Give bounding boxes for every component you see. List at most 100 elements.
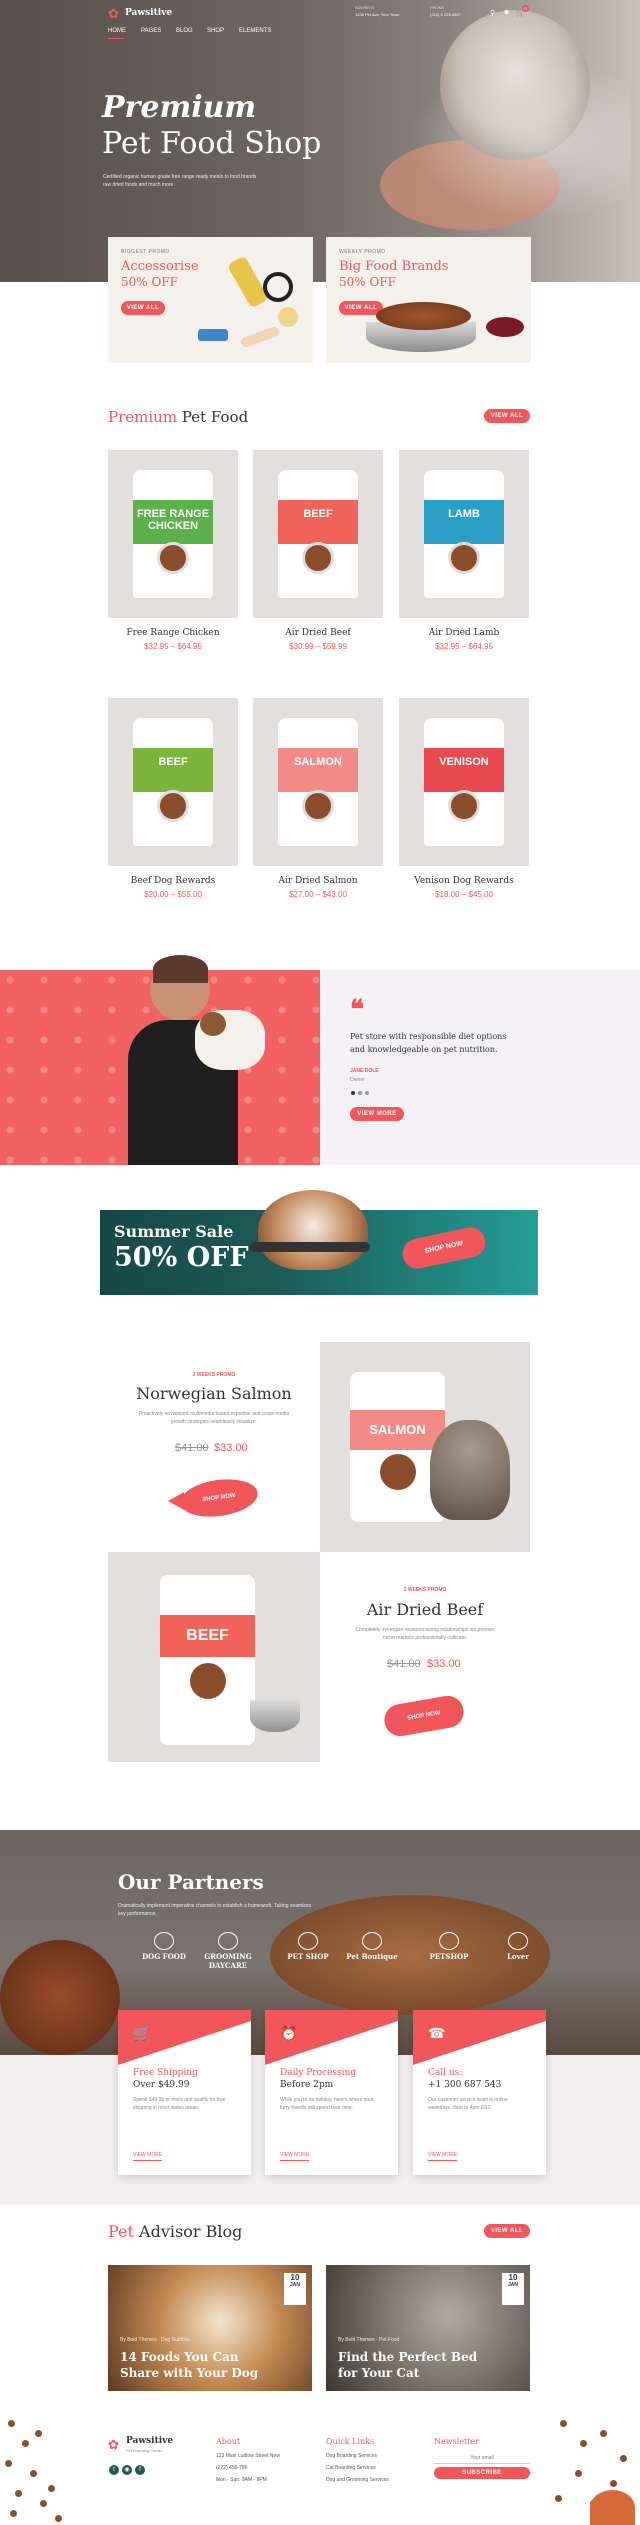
partner-logo[interactable]: PET SHOP [280, 1952, 336, 1961]
user-icon[interactable]: ☻ [503, 9, 510, 16]
partner-logo[interactable]: Pet Boutique [344, 1952, 400, 1961]
brand-name[interactable]: Pawsitive [125, 8, 172, 18]
feature-desc: While you're on holiday, here's where yo… [280, 2097, 374, 2111]
partner-logo-icon [508, 1932, 528, 1950]
partner-logo[interactable]: DOG FOOD [136, 1952, 192, 1961]
product-name[interactable]: Air Dried Salmon [253, 876, 383, 886]
featured-shop-now-button[interactable]: SHOP NOW [381, 1693, 467, 1739]
promo-label: BIGGEST PROMO [121, 249, 170, 255]
kibble-decoration [10, 2510, 17, 2517]
nav-pages[interactable]: PAGES [141, 28, 161, 34]
sale-title: Summer Sale [114, 1222, 234, 1241]
nav-home[interactable]: HOME [108, 28, 126, 34]
testimonial-view-more-button[interactable]: VIEW MORE [350, 1107, 404, 1121]
product-bag-bowl [157, 790, 189, 822]
kibble-decoration [560, 2420, 567, 2427]
blog-post-card[interactable]: 10 JAN By Bold Themes · Dog Nutrition 14 … [108, 2265, 312, 2391]
twitter-icon[interactable]: t [109, 2465, 119, 2475]
product-card[interactable]: BEEF [108, 698, 238, 866]
blog-title-accent: Pet [108, 2222, 134, 2241]
product-card[interactable]: FREE RANGE CHICKEN [108, 450, 238, 618]
product-bag-image: FREE RANGE CHICKEN [133, 470, 213, 598]
newsletter-subscribe-button[interactable]: SUBSCRIBE [434, 2467, 530, 2479]
kibble-decoration [40, 2500, 47, 2507]
footer-link[interactable]: Dog Boarding Services [326, 2453, 377, 2459]
feature-title: Call us: [428, 2068, 463, 2078]
product-name[interactable]: Venison Dog Rewards [399, 876, 529, 886]
slider-dot-active[interactable] [351, 1091, 355, 1095]
footer-hours: Mon - Sun: 9AM - 8PM [216, 2477, 267, 2483]
kibble-decoration [30, 2470, 37, 2477]
brush-image [198, 329, 228, 341]
promo-discount: 50% OFF [339, 275, 396, 289]
featured-old-price: $41.00 [175, 1442, 209, 1454]
nav-shop[interactable]: SHOP [207, 28, 224, 34]
product-name[interactable]: Free Range Chicken [108, 628, 238, 638]
product-card[interactable]: LAMB [399, 450, 529, 618]
product-card[interactable]: VENISON [399, 698, 529, 866]
partner-logo[interactable]: Lover [490, 1952, 546, 1961]
feature-card: 🛒 Free Shipping Over $49.99 Spend $49.99 or… [118, 2010, 251, 2175]
leash-image [263, 272, 293, 302]
phone-icon: ☎ [428, 2025, 446, 2041]
product-bag-image: BEEF [278, 470, 358, 598]
nav-blog[interactable]: BLOG [176, 28, 193, 34]
product-name[interactable]: Beef Dog Rewards [108, 876, 238, 886]
product-bag-label: LAMB [448, 508, 480, 520]
paw-logo-icon[interactable]: ✿ [108, 7, 122, 21]
blog-date-badge: 10 JAN [502, 2273, 524, 2305]
kibble-decoration [48, 2485, 55, 2492]
slider-dot[interactable] [365, 1091, 369, 1095]
fish-tail-shape [168, 1492, 184, 1510]
product-card[interactable]: SALMON [253, 698, 383, 866]
phone-value[interactable]: (222) 5 123-4567 [430, 12, 461, 17]
promo-card-accessories[interactable]: BIGGEST PROMO Accessorise 50% OFF VIEW A… [108, 237, 313, 363]
blog-post-card[interactable]: 10 JAN By Bold Themes · Pet Food Find the… [326, 2265, 530, 2391]
nav-active-underline [108, 38, 124, 39]
product-name[interactable]: Air Dried Lamb [399, 628, 529, 638]
featured-shop-now-button[interactable]: SHOP NOW [177, 1474, 261, 1522]
section-title-accent: Premium [108, 408, 178, 426]
cart-icon: 🛒 [133, 2025, 151, 2041]
product-price: $20.00 – $55.00 [144, 890, 202, 899]
product-bag-image: VENISON [424, 718, 504, 846]
promo-card-food-brands[interactable]: WEEKLY PROMO Big Food Brands 50% OFF VIE… [326, 237, 531, 363]
instagram-icon[interactable]: ◉ [122, 2465, 132, 2475]
footer-phone[interactable]: (222) 456-789 [216, 2465, 247, 2471]
search-icon[interactable]: ⚲ [490, 9, 495, 17]
section-title-premium: Premium Pet Food [108, 408, 248, 426]
promo-discount: 50% OFF [121, 275, 178, 289]
feature-view-more-link[interactable]: VIEW MORE [428, 2152, 458, 2161]
feature-view-more-link[interactable]: VIEW MORE [280, 2152, 310, 2161]
testimonial-quote: Pet store with responsible diet options … [350, 1032, 507, 1054]
quote-icon: ❝ [350, 995, 364, 1025]
product-price: $27.00 – $43.00 [289, 890, 347, 899]
blog-date-badge: 10 JAN [284, 2273, 306, 2305]
blog-view-all-button[interactable]: VIEW ALL [484, 2224, 530, 2238]
partner-logo[interactable]: GROOMING DAYCARE [200, 1952, 256, 1970]
slider-dot[interactable] [358, 1091, 362, 1095]
facebook-icon[interactable]: f [135, 2465, 145, 2475]
product-bag-bowl [302, 542, 334, 574]
product-bag-image: SALMON [278, 718, 358, 846]
sale-discount: 50% OFF [114, 1242, 249, 1273]
blog-post-title[interactable]: Find the Perfect Bed for Your Cat [338, 2349, 488, 2381]
footer-link[interactable]: Cat Boarding Services [326, 2465, 376, 2471]
testimonial-role: Owner [350, 1077, 365, 1083]
featured-name: Air Dried Beef [366, 1600, 484, 1619]
salmon-bag-label: SALMON [350, 1410, 445, 1450]
feature-subtitle: Before 2pm [280, 2080, 334, 2090]
product-card[interactable]: BEEF [253, 450, 383, 618]
nav-elements[interactable]: ELEMENTS [239, 28, 271, 34]
premium-view-all-button[interactable]: VIEW ALL [484, 409, 530, 423]
footer-brand-name[interactable]: Pawsitive [126, 2436, 173, 2446]
partner-logo[interactable]: PETSHOP [421, 1952, 477, 1961]
newsletter-email-input[interactable] [434, 2452, 530, 2464]
kibble-decoration [22, 2440, 29, 2447]
feature-view-more-link[interactable]: VIEW MORE [133, 2152, 163, 2161]
promo-view-all-button[interactable]: VIEW ALL [121, 301, 165, 315]
kibble-decoration [600, 2430, 607, 2437]
footer-link[interactable]: Dog and Grooming Services [326, 2477, 389, 2483]
blog-post-title[interactable]: 14 Foods You Can Share with Your Dog [120, 2349, 270, 2381]
product-name[interactable]: Air Dried Beef [253, 628, 383, 638]
